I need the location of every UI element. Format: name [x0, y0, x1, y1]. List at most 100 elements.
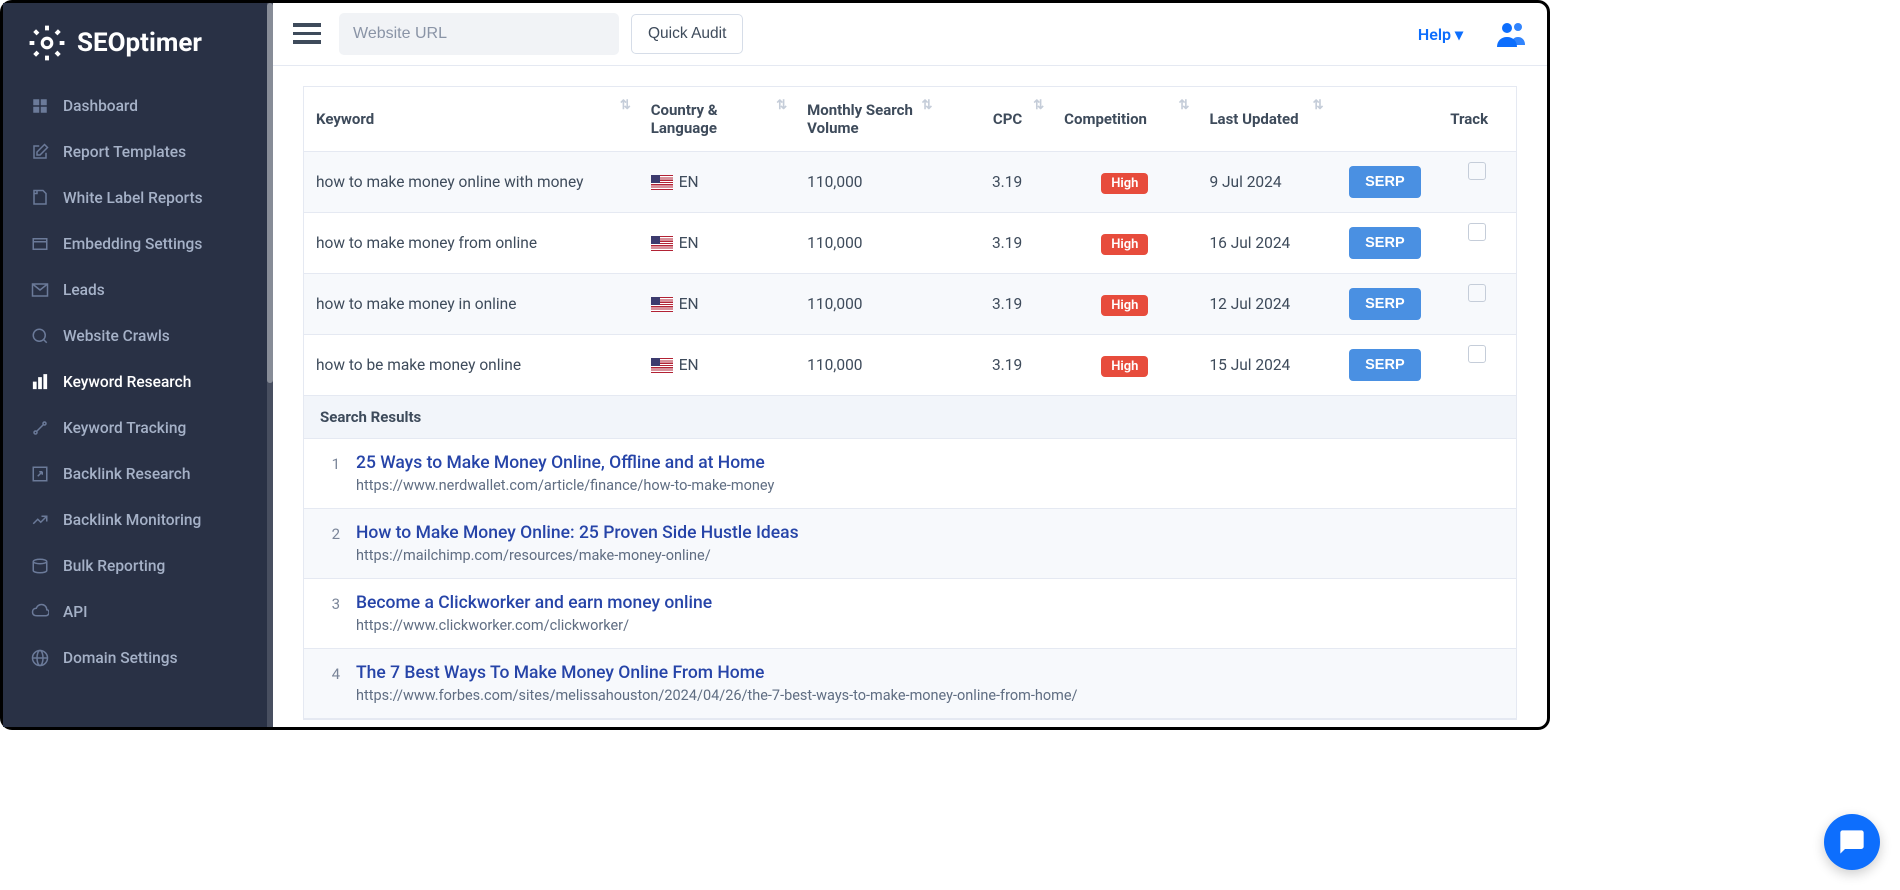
cell-keyword: how to make money in online — [304, 274, 639, 335]
embedding-settings-icon — [31, 235, 49, 253]
bulk-reporting-icon — [31, 557, 49, 575]
sidebar-item-report-templates[interactable]: Report Templates — [3, 129, 273, 175]
sidebar-item-label: Report Templates — [63, 143, 186, 161]
hamburger-menu-icon[interactable] — [293, 23, 321, 45]
sidebar-item-label: Backlink Monitoring — [63, 511, 201, 529]
logo-gear-icon — [27, 23, 67, 63]
us-flag-icon — [651, 175, 673, 190]
column-header-volume[interactable]: Monthly Search Volume⇅ — [795, 87, 940, 152]
sidebar-item-label: Website Crawls — [63, 327, 170, 345]
cell-keyword: how to make money online with money — [304, 152, 639, 213]
serp-button[interactable]: SERP — [1349, 227, 1421, 259]
sidebar-item-label: Leads — [63, 281, 105, 299]
sidebar-item-white-label-reports[interactable]: White Label Reports — [3, 175, 273, 221]
column-header-updated[interactable]: Last Updated⇅ — [1197, 87, 1331, 152]
result-url: https://mailchimp.com/resources/make-mon… — [356, 547, 1500, 564]
cell-competition: High — [1052, 274, 1197, 335]
sidebar-item-keyword-research[interactable]: Keyword Research — [3, 359, 273, 405]
cell-updated: 15 Jul 2024 — [1197, 335, 1331, 396]
cell-competition: High — [1052, 152, 1197, 213]
sidebar-item-label: Bulk Reporting — [63, 557, 165, 575]
column-header-keyword[interactable]: Keyword⇅ — [304, 87, 639, 152]
caret-down-icon: ▾ — [1455, 25, 1463, 44]
cell-volume: 110,000 — [795, 274, 940, 335]
sort-icon: ⇅ — [1033, 101, 1044, 110]
table-row: how to be make money online EN 110,000 3… — [304, 335, 1517, 396]
sidebar-item-backlink-monitoring[interactable]: Backlink Monitoring — [3, 497, 273, 543]
user-account-icon[interactable] — [1497, 21, 1527, 47]
cell-updated: 9 Jul 2024 — [1197, 152, 1331, 213]
column-header-country[interactable]: Country & Language⇅ — [639, 87, 795, 152]
sort-icon: ⇅ — [922, 101, 933, 110]
cell-cpc: 3.19 — [940, 335, 1052, 396]
table-row: how to make money online with money EN 1… — [304, 152, 1517, 213]
us-flag-icon — [651, 236, 673, 251]
result-number: 2 — [320, 523, 340, 564]
quick-audit-button[interactable]: Quick Audit — [631, 14, 743, 54]
us-flag-icon — [651, 358, 673, 373]
track-checkbox[interactable] — [1468, 284, 1486, 302]
website-crawls-icon — [31, 327, 49, 345]
cell-keyword: how to be make money online — [304, 335, 639, 396]
result-title-link[interactable]: Become a Clickworker and earn money onli… — [356, 593, 1500, 613]
column-header-track: Track — [1438, 87, 1516, 152]
search-result-item: 3 Become a Clickworker and earn money on… — [304, 579, 1516, 649]
sidebar-item-embedding-settings[interactable]: Embedding Settings — [3, 221, 273, 267]
result-number: 3 — [320, 593, 340, 634]
result-title-link[interactable]: How to Make Money Online: 25 Proven Side… — [356, 523, 1500, 543]
white-label-reports-icon — [31, 189, 49, 207]
content-area: Keyword⇅ Country & Language⇅ Monthly Sea… — [273, 66, 1547, 727]
sidebar-item-website-crawls[interactable]: Website Crawls — [3, 313, 273, 359]
serp-button[interactable]: SERP — [1349, 166, 1421, 198]
api-icon — [31, 603, 49, 621]
cell-volume: 110,000 — [795, 152, 940, 213]
help-dropdown[interactable]: Help ▾ — [1418, 25, 1463, 44]
sidebar-item-backlink-research[interactable]: Backlink Research — [3, 451, 273, 497]
serp-button[interactable]: SERP — [1349, 288, 1421, 320]
sidebar: SEOptimer Dashboard Report Templates White… — [3, 3, 273, 727]
cell-country: EN — [639, 335, 795, 396]
column-header-serp — [1332, 87, 1439, 152]
cell-cpc: 3.19 — [940, 213, 1052, 274]
leads-icon — [31, 281, 49, 299]
sidebar-item-bulk-reporting[interactable]: Bulk Reporting — [3, 543, 273, 589]
result-title-link[interactable]: 25 Ways to Make Money Online, Offline an… — [356, 453, 1500, 473]
column-header-cpc[interactable]: CPC⇅ — [940, 87, 1052, 152]
cell-competition: High — [1052, 213, 1197, 274]
keyword-table: Keyword⇅ Country & Language⇅ Monthly Sea… — [303, 86, 1517, 396]
us-flag-icon — [651, 297, 673, 312]
domain-settings-icon — [31, 649, 49, 667]
result-title-link[interactable]: The 7 Best Ways To Make Money Online Fro… — [356, 663, 1500, 683]
serp-button[interactable]: SERP — [1349, 349, 1421, 381]
sidebar-item-label: Keyword Research — [63, 373, 191, 391]
backlink-research-icon — [31, 465, 49, 483]
sidebar-item-keyword-tracking[interactable]: Keyword Tracking — [3, 405, 273, 451]
sidebar-item-domain-settings[interactable]: Domain Settings — [3, 635, 273, 681]
sidebar-scrollbar[interactable] — [267, 3, 273, 727]
sidebar-item-label: Embedding Settings — [63, 235, 202, 253]
backlink-monitoring-icon — [31, 511, 49, 529]
cell-country: EN — [639, 152, 795, 213]
main-content: Quick Audit Help ▾ Keyword⇅ Country & La… — [273, 3, 1547, 727]
track-checkbox[interactable] — [1468, 162, 1486, 180]
cell-country: EN — [639, 274, 795, 335]
table-row: how to make money from online EN 110,000… — [304, 213, 1517, 274]
chat-support-button[interactable] — [1824, 814, 1880, 870]
track-checkbox[interactable] — [1468, 223, 1486, 241]
cell-updated: 16 Jul 2024 — [1197, 213, 1331, 274]
search-result-item: 4 The 7 Best Ways To Make Money Online F… — [304, 649, 1516, 719]
search-results-panel: Search Results 1 25 Ways to Make Money O… — [303, 396, 1517, 720]
column-header-competition[interactable]: Competition⇅ — [1052, 87, 1197, 152]
result-url: https://www.clickworker.com/clickworker/ — [356, 617, 1500, 634]
sort-icon: ⇅ — [1179, 101, 1190, 110]
track-checkbox[interactable] — [1468, 345, 1486, 363]
sidebar-item-leads[interactable]: Leads — [3, 267, 273, 313]
logo[interactable]: SEOptimer — [3, 3, 273, 83]
sidebar-item-api[interactable]: API — [3, 589, 273, 635]
sidebar-item-label: White Label Reports — [63, 189, 203, 207]
website-url-input[interactable] — [339, 13, 619, 55]
logo-text: SEOptimer — [77, 28, 202, 58]
sidebar-item-dashboard[interactable]: Dashboard — [3, 83, 273, 129]
cell-cpc: 3.19 — [940, 274, 1052, 335]
cell-country: EN — [639, 213, 795, 274]
